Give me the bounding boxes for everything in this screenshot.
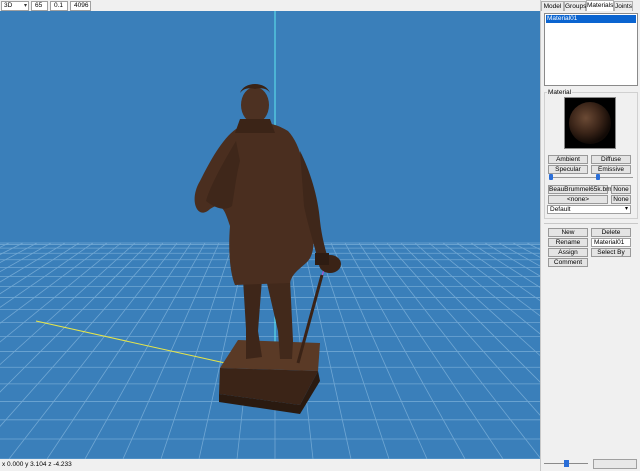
material-sphere-icon xyxy=(569,102,611,144)
transparency-slider-thumb[interactable] xyxy=(596,174,600,180)
comment-button[interactable]: Comment xyxy=(548,258,588,267)
shininess-slider-track[interactable] xyxy=(549,177,633,178)
view-mode-select[interactable]: 3D ▾ xyxy=(1,1,29,11)
alpha-map-button[interactable]: <none> xyxy=(548,195,608,204)
frame-field[interactable] xyxy=(593,459,637,469)
material-list[interactable]: Material01 xyxy=(544,13,638,86)
select-by-button[interactable]: Select By xyxy=(591,248,631,257)
blend-mode-value: Default xyxy=(550,206,571,213)
coordinate-readout: x 0.000 y 3.104 z -4.233 xyxy=(0,459,540,471)
list-item[interactable]: Material01 xyxy=(546,15,636,23)
near-clip-input[interactable]: 0.1 xyxy=(50,1,68,11)
tab-model[interactable]: Model xyxy=(541,1,564,11)
shininess-slider-thumb[interactable] xyxy=(549,174,553,180)
delete-material-button[interactable]: Delete xyxy=(591,228,631,237)
fov-input[interactable]: 65 xyxy=(31,1,48,11)
rename-material-button[interactable]: Rename xyxy=(548,238,588,247)
tab-materials[interactable]: Materials xyxy=(586,0,614,11)
new-material-button[interactable]: New xyxy=(548,228,588,237)
viewport-toolbar: 3D ▾ 65 0.1 4096 xyxy=(0,0,540,11)
divider xyxy=(544,223,638,224)
timeline-slider-thumb[interactable] xyxy=(564,460,569,467)
texture-none-button[interactable]: None xyxy=(611,185,631,194)
far-clip-input[interactable]: 4096 xyxy=(70,1,91,11)
chevron-down-icon: ▾ xyxy=(23,3,27,9)
emissive-button[interactable]: Emissive xyxy=(591,165,631,174)
panel-tabs: Model Groups Materials Joints xyxy=(541,0,640,11)
x-axis-line xyxy=(35,320,226,364)
material-group-label: Material xyxy=(547,89,573,96)
blend-mode-select[interactable]: Default ▾ xyxy=(547,205,631,214)
rename-input[interactable]: Material01 xyxy=(591,238,631,247)
properties-panel: Model Groups Materials Joints Material01… xyxy=(540,0,640,471)
tab-joints[interactable]: Joints xyxy=(614,1,633,11)
texture-file-button[interactable]: BeauBrummel65k.bmp xyxy=(548,185,615,194)
assign-button[interactable]: Assign xyxy=(548,248,588,257)
specular-button[interactable]: Specular xyxy=(548,165,588,174)
chevron-down-icon: ▾ xyxy=(624,206,628,212)
material-preview xyxy=(564,97,616,149)
view-mode-value: 3D xyxy=(4,2,13,9)
tab-groups[interactable]: Groups xyxy=(564,1,586,11)
diffuse-button[interactable]: Diffuse xyxy=(591,155,631,164)
3d-viewport[interactable] xyxy=(0,11,540,459)
app-window: 3D ▾ 65 0.1 4096 x 0.000 y 3.104 z -4.23… xyxy=(0,0,640,471)
alpha-none-button[interactable]: None xyxy=(611,195,631,204)
ambient-button[interactable]: Ambient xyxy=(548,155,588,164)
viewport-scene xyxy=(0,11,540,459)
